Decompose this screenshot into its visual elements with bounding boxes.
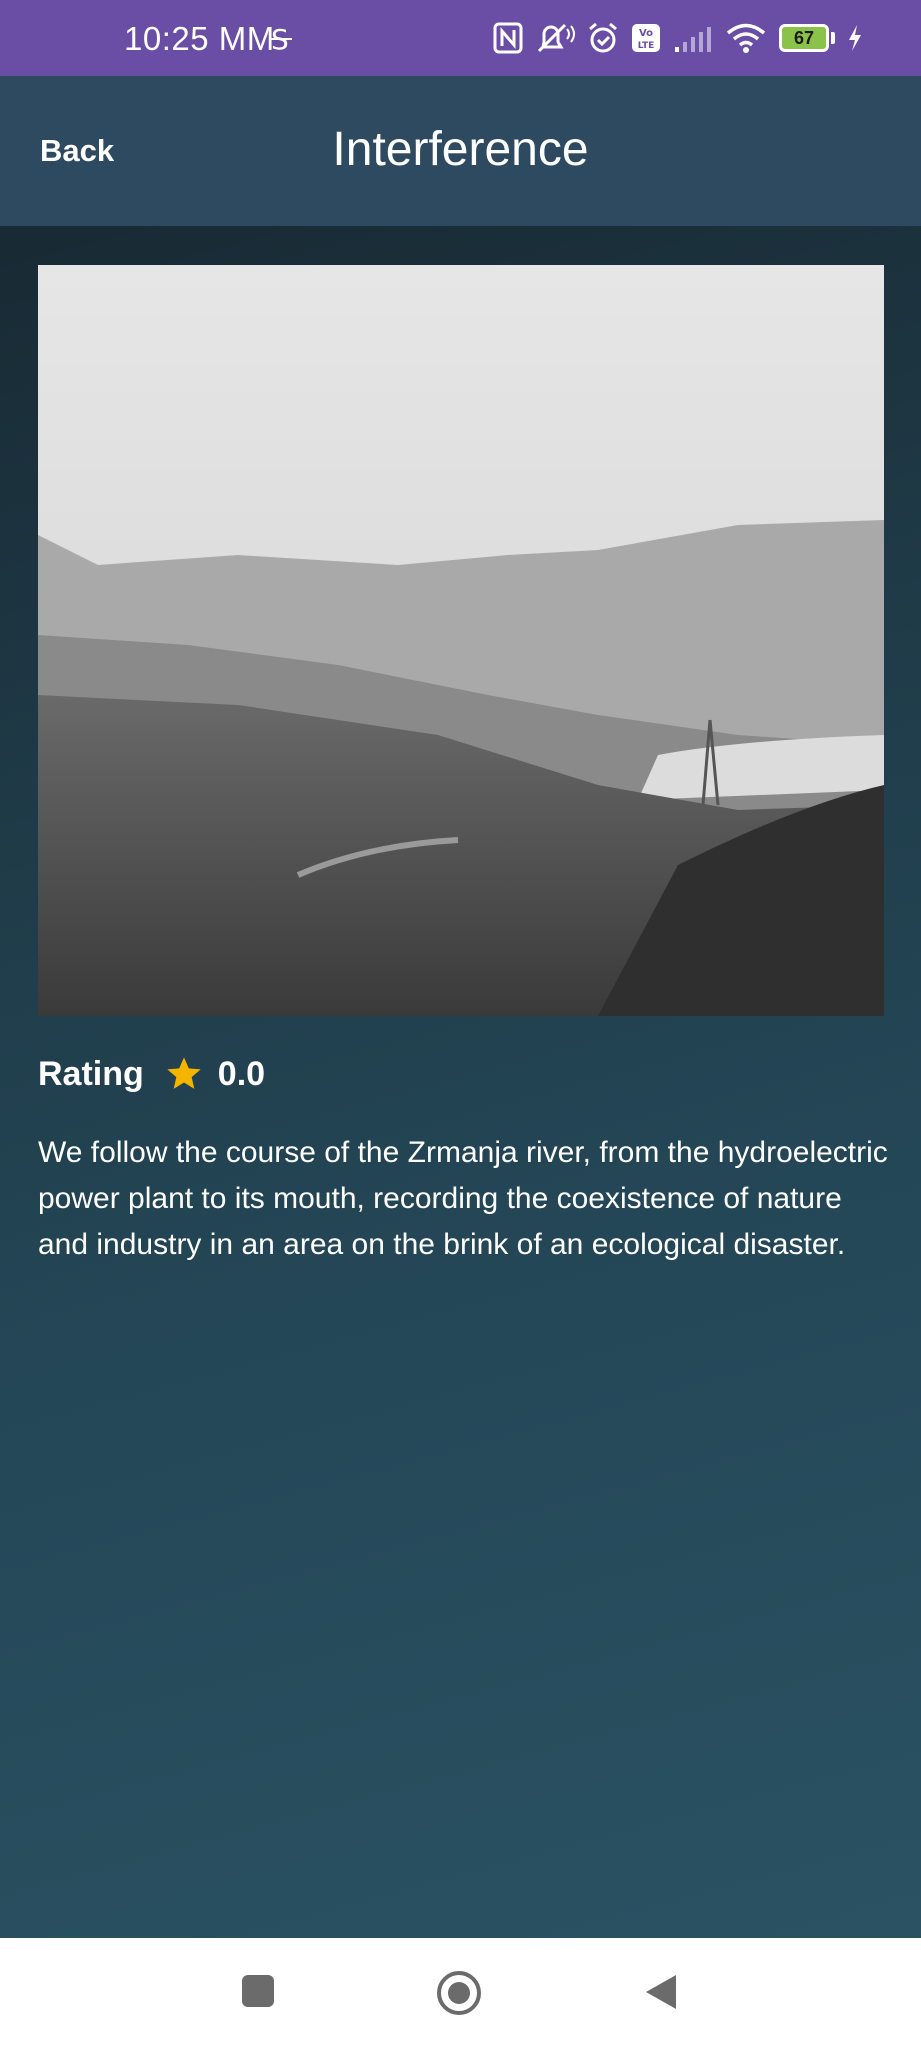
status-time: 10:25 MM: [124, 20, 275, 57]
movie-poster-image: [38, 265, 884, 1016]
app-bar: Back Interference: [0, 76, 921, 226]
home-circle-icon[interactable]: [436, 1970, 482, 2021]
system-nav-bar: [0, 1938, 921, 2048]
battery-level: 67: [779, 24, 829, 52]
page-title: Interference: [332, 123, 589, 176]
status-icons: Vo LTE 67: [493, 20, 863, 56]
wifi-icon: [725, 22, 767, 54]
signal-icon: [673, 23, 713, 53]
nfc-icon: [493, 22, 523, 54]
battery-icon: 67: [779, 24, 835, 52]
charging-icon: [847, 24, 863, 52]
s-coin-icon: S: [268, 23, 294, 59]
movie-detail-content: Rating 0.0 We follow the course of the Z…: [0, 226, 921, 1938]
alarm-icon: [587, 22, 619, 54]
volte-icon: Vo LTE: [631, 23, 661, 53]
recents-square-icon[interactable]: [240, 1973, 276, 2014]
movie-description: We follow the course of the Zrmanja rive…: [38, 1136, 888, 1261]
status-bar: 10:25 MM S Vo LTE 67: [0, 0, 921, 76]
rating-row: Rating 0.0: [38, 1052, 265, 1096]
landscape-photo-icon: [38, 265, 884, 1016]
star-icon: [164, 1054, 204, 1094]
mute-icon: [535, 21, 575, 55]
svg-text:LTE: LTE: [638, 41, 655, 51]
svg-text:Vo: Vo: [639, 28, 653, 39]
rating-value: 0.0: [217, 1054, 266, 1093]
back-triangle-icon[interactable]: [644, 1973, 678, 2016]
rating-label: Rating: [38, 1054, 144, 1093]
